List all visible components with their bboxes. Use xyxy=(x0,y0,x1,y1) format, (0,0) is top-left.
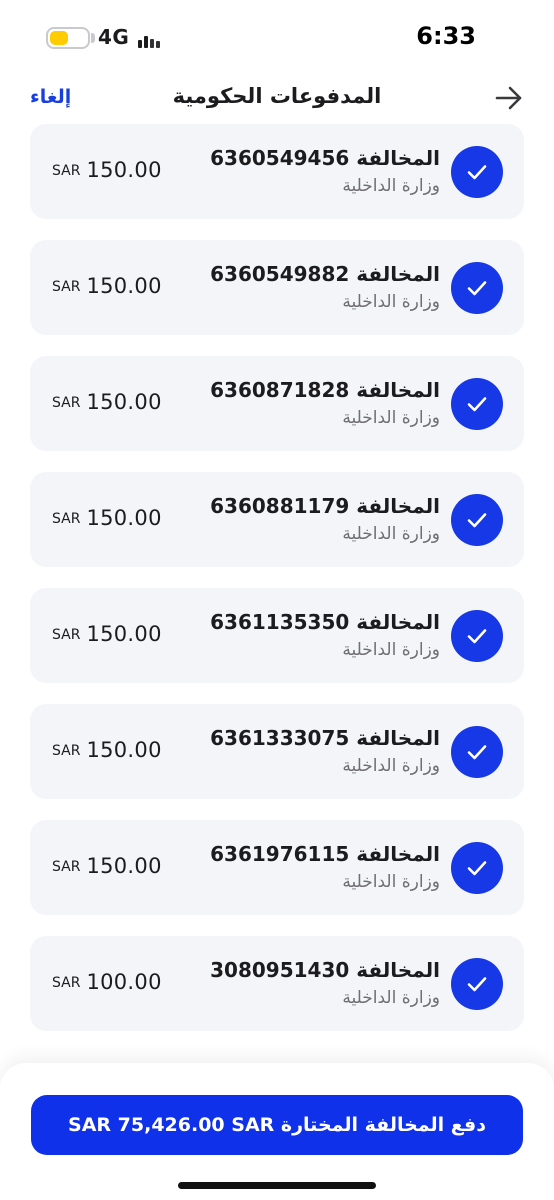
violation-amount: SAR 150.00 xyxy=(52,274,162,298)
payment-footer: دفع المخالفة المختارة SAR 75,426.00 SAR xyxy=(0,1063,554,1200)
violation-title: المخالفة 6361333075 xyxy=(210,726,440,750)
violation-title: المخالفة 3080951430 xyxy=(210,958,440,982)
violation-authority: وزارة الداخلية xyxy=(342,408,440,428)
checkbox-checked-icon[interactable] xyxy=(451,262,503,314)
checkbox-checked-icon[interactable] xyxy=(451,146,503,198)
violation-card[interactable]: المخالفة 6360881179 وزارة الداخلية SAR 15… xyxy=(30,472,524,567)
arrow-right-icon[interactable] xyxy=(494,84,524,112)
amount-value: 150.00 xyxy=(86,738,162,762)
battery-icon xyxy=(46,27,90,49)
violation-authority: وزارة الداخلية xyxy=(342,640,440,660)
violation-authority: وزارة الداخلية xyxy=(342,872,440,892)
violations-list: المخالفة 6360549456 وزارة الداخلية SAR 15… xyxy=(30,124,524,1052)
checkbox-checked-icon[interactable] xyxy=(451,726,503,778)
currency-label: SAR xyxy=(52,743,81,759)
violation-card[interactable]: المخالفة 6361135350 وزارة الداخلية SAR 15… xyxy=(30,588,524,683)
currency-label: SAR xyxy=(52,279,81,295)
currency-label: SAR xyxy=(52,395,81,411)
violation-authority: وزارة الداخلية xyxy=(342,756,440,776)
checkbox-checked-icon[interactable] xyxy=(451,842,503,894)
violation-amount: SAR 100.00 xyxy=(52,970,162,994)
violation-title: المخالفة 6361976115 xyxy=(210,842,440,866)
amount-value: 150.00 xyxy=(86,622,162,646)
violation-title: المخالفة 6360549882 xyxy=(210,262,440,286)
page-title: المدفوعات الحكومية xyxy=(172,84,382,108)
violation-authority: وزارة الداخلية xyxy=(342,176,440,196)
battery-cap xyxy=(91,33,95,43)
violation-title: المخالفة 6360881179 xyxy=(210,494,440,518)
violation-title: المخالفة 6361135350 xyxy=(210,610,440,634)
pay-selected-button[interactable]: دفع المخالفة المختارة SAR 75,426.00 SAR xyxy=(31,1095,523,1155)
violation-amount: SAR 150.00 xyxy=(52,854,162,878)
status-bar: 4G 6:33 xyxy=(0,0,554,76)
currency-label: SAR xyxy=(52,975,81,991)
violation-title: المخالفة 6360549456 xyxy=(210,146,440,170)
currency-label: SAR xyxy=(52,859,81,875)
checkbox-checked-icon[interactable] xyxy=(451,958,503,1010)
violation-authority: وزارة الداخلية xyxy=(342,988,440,1008)
violation-authority: وزارة الداخلية xyxy=(342,292,440,312)
amount-value: 150.00 xyxy=(86,390,162,414)
signal-strength-icon xyxy=(138,30,164,48)
violation-card[interactable]: المخالفة 6360871828 وزارة الداخلية SAR 15… xyxy=(30,356,524,451)
nav-header: إلغاء المدفوعات الحكومية xyxy=(0,76,554,120)
currency-label: SAR xyxy=(52,163,81,179)
violation-card[interactable]: المخالفة 6360549882 وزارة الداخلية SAR 15… xyxy=(30,240,524,335)
amount-value: 150.00 xyxy=(86,854,162,878)
violation-card[interactable]: المخالفة 6360549456 وزارة الداخلية SAR 15… xyxy=(30,124,524,219)
violation-authority: وزارة الداخلية xyxy=(342,524,440,544)
amount-value: 150.00 xyxy=(86,274,162,298)
amount-value: 100.00 xyxy=(86,970,162,994)
violation-card[interactable]: المخالفة 6361976115 وزارة الداخلية SAR 15… xyxy=(30,820,524,915)
checkbox-checked-icon[interactable] xyxy=(451,494,503,546)
violation-card[interactable]: المخالفة 6361333075 وزارة الداخلية SAR 15… xyxy=(30,704,524,799)
checkbox-checked-icon[interactable] xyxy=(451,378,503,430)
battery-level-fill xyxy=(50,31,68,45)
currency-label: SAR xyxy=(52,511,81,527)
network-type: 4G xyxy=(98,25,130,49)
violation-amount: SAR 150.00 xyxy=(52,158,162,182)
currency-label: SAR xyxy=(52,627,81,643)
violation-amount: SAR 150.00 xyxy=(52,622,162,646)
violation-amount: SAR 150.00 xyxy=(52,390,162,414)
violation-amount: SAR 150.00 xyxy=(52,506,162,530)
violation-card[interactable]: المخالفة 3080951430 وزارة الداخلية SAR 10… xyxy=(30,936,524,1031)
amount-value: 150.00 xyxy=(86,506,162,530)
clock: 6:33 xyxy=(416,22,476,50)
home-indicator[interactable] xyxy=(178,1182,376,1189)
government-payments-screen: 4G 6:33 إلغاء المدفوعات الحكومية المخالف… xyxy=(0,0,554,1200)
violation-title: المخالفة 6360871828 xyxy=(210,378,440,402)
checkbox-checked-icon[interactable] xyxy=(451,610,503,662)
violation-amount: SAR 150.00 xyxy=(52,738,162,762)
amount-value: 150.00 xyxy=(86,158,162,182)
